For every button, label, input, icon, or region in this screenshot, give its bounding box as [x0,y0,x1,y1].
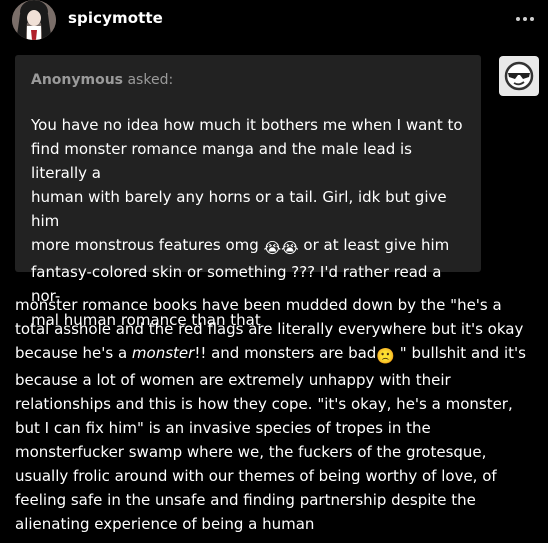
question-line: You have no idea how much it bothers me … [31,116,463,134]
answer-italic: monster [131,344,195,362]
answer-part: " bullshit and it's because a lot of wom… [15,344,526,533]
question-line-text: or at least give him [298,236,450,254]
question-line: more monstrous features omg 😭😭 or at lea… [31,233,471,260]
frown-emoji-icon: 🙁 [376,347,396,365]
question-line: find monster romance manga and the male … [31,140,412,182]
post-header: spicymotte [0,0,548,40]
asker-label: Anonymous asked: [31,72,173,88]
answer-text: monster romance books have been mudded d… [15,293,537,536]
anonymous-sunglasses-icon[interactable] [499,56,539,96]
crying-emoji-icon: 😭 [263,239,282,257]
more-dots-icon[interactable] [516,14,534,24]
username[interactable]: spicymotte [68,9,163,27]
crying-emoji-icon: 😭 [281,239,299,257]
question-line-text: more monstrous features omg [31,236,259,254]
answer-part: !! and monsters are bad [194,344,377,362]
user-avatar-icon[interactable] [12,0,56,40]
asker-suffix: asked: [123,72,174,88]
question-line: human with barely any horns or a tail. G… [31,188,447,230]
ask-box: Anonymous asked: You have no idea how mu… [15,55,481,329]
asker-name: Anonymous [31,72,124,88]
